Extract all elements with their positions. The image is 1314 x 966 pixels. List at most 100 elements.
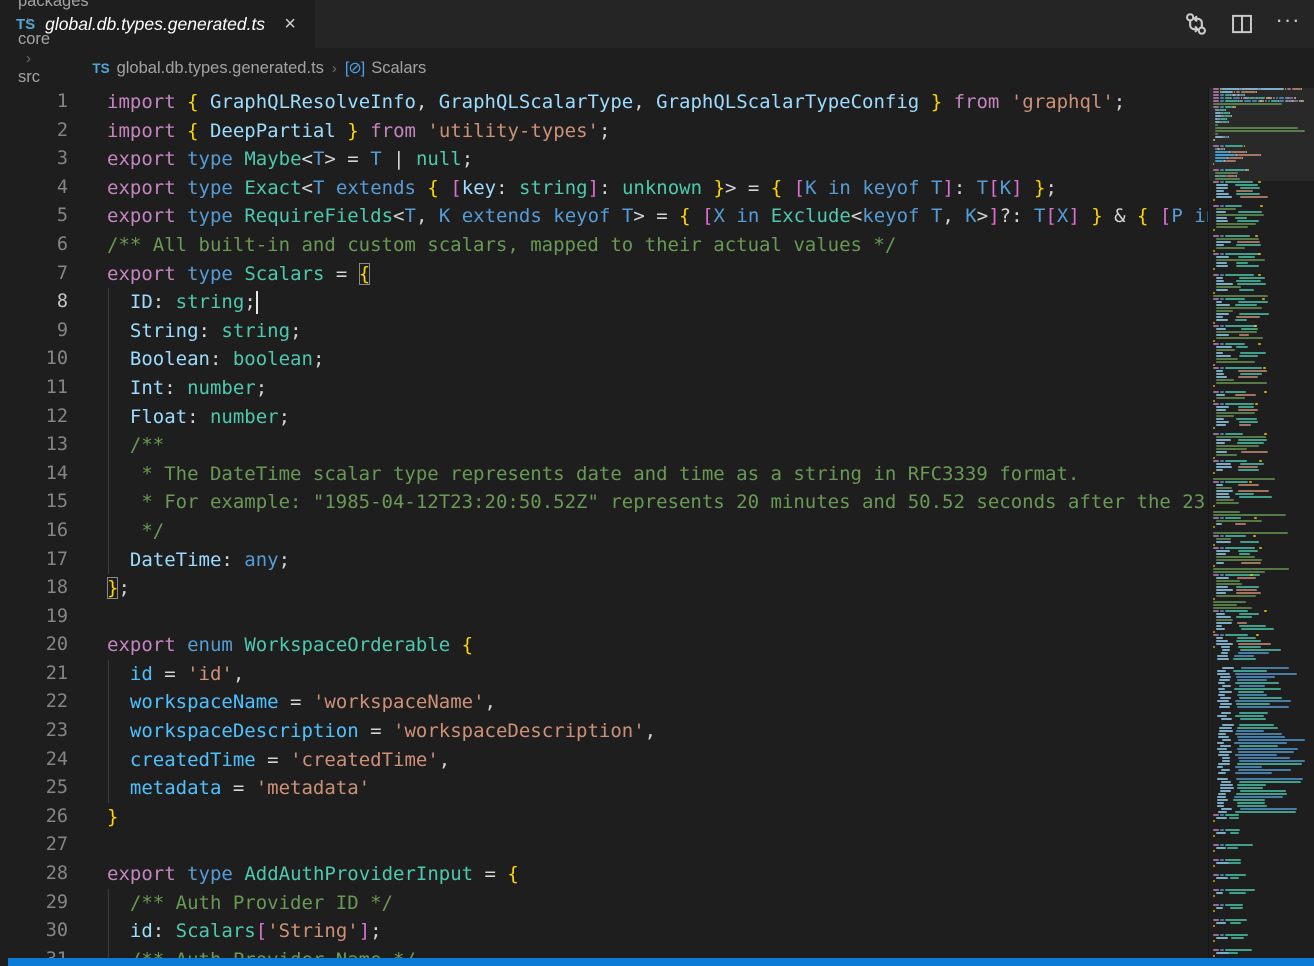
line-number[interactable]: 24: [0, 746, 68, 775]
line-number[interactable]: 11: [0, 374, 68, 403]
line-number[interactable]: 18: [0, 574, 68, 603]
breadcrumb-item-symbol[interactable]: [⊘] Scalars: [345, 58, 426, 78]
minimap-line: [1215, 178, 1240, 180]
code-text: [68, 831, 1208, 860]
line-number[interactable]: 19: [0, 603, 68, 632]
minimap-line: [1237, 748, 1298, 750]
line-number[interactable]: 23: [0, 717, 68, 746]
code-line-14[interactable]: 14 * The DateTime scalar type represents…: [0, 460, 1208, 489]
code-token: /** Auth Provider Name */: [130, 949, 416, 958]
code-line-8[interactable]: 8 ID: string;: [0, 288, 1208, 317]
open-changes-icon[interactable]: [1180, 8, 1212, 40]
code-line-10[interactable]: 10 Boolean: boolean;: [0, 345, 1208, 374]
code-line-29[interactable]: 29 /** Auth Provider ID */: [0, 889, 1208, 918]
line-number[interactable]: 9: [0, 317, 68, 346]
line-number[interactable]: 13: [0, 431, 68, 460]
line-number[interactable]: 3: [0, 145, 68, 174]
minimap-line: [1213, 565, 1215, 567]
line-number[interactable]: 2: [0, 117, 68, 146]
line-number[interactable]: 28: [0, 860, 68, 889]
breadcrumb-item-core[interactable]: core: [18, 30, 92, 49]
line-number[interactable]: 10: [0, 345, 68, 374]
code-line-16[interactable]: 16 */: [0, 517, 1208, 546]
line-number[interactable]: 17: [0, 546, 68, 575]
line-number[interactable]: 14: [0, 460, 68, 489]
code-line-7[interactable]: 7export type Scalars = {: [0, 260, 1208, 289]
breadcrumb-item-packages[interactable]: packages: [18, 0, 92, 11]
code-line-13[interactable]: 13 /**: [0, 431, 1208, 460]
code-token: <: [851, 205, 862, 227]
line-number[interactable]: 15: [0, 488, 68, 517]
code-line-23[interactable]: 23 workspaceDescription = 'workspaceDesc…: [0, 717, 1208, 746]
minimap-line: [1217, 700, 1229, 702]
split-editor-icon[interactable]: [1226, 8, 1258, 40]
line-number[interactable]: 27: [0, 831, 68, 860]
code-line-11[interactable]: 11 Int: number;: [0, 374, 1208, 403]
minimap-line: [1279, 100, 1284, 102]
code-line-12[interactable]: 12 Float: number;: [0, 403, 1208, 432]
code-line-15[interactable]: 15 * For example: "1985-04-12T23:20:50.5…: [0, 488, 1208, 517]
code-line-25[interactable]: 25 metadata = 'metadata': [0, 774, 1208, 803]
line-number[interactable]: 1: [0, 88, 68, 117]
minimap-line: [1238, 739, 1304, 741]
code-line-28[interactable]: 28export type AddAuthProviderInput = {: [0, 860, 1208, 889]
code-token: any: [244, 549, 278, 571]
code-line-1[interactable]: 1import { GraphQLResolveInfo, GraphQLSca…: [0, 88, 1208, 117]
line-number[interactable]: 5: [0, 202, 68, 231]
line-number[interactable]: 4: [0, 174, 68, 203]
line-number[interactable]: 21: [0, 660, 68, 689]
code-line-20[interactable]: 20export enum WorkspaceOrderable {: [0, 631, 1208, 660]
code-token: [233, 863, 244, 885]
code-line-21[interactable]: 21 id = 'id',: [0, 660, 1208, 689]
code-line-4[interactable]: 4export type Exact<T extends { [key: str…: [0, 174, 1208, 203]
minimap-line: [1216, 331, 1257, 333]
code-token: ,: [233, 663, 244, 685]
minimap-line: [1216, 286, 1241, 288]
more-actions-icon[interactable]: ···: [1272, 8, 1304, 40]
code-editor[interactable]: 1import { GraphQLResolveInfo, GraphQLSca…: [0, 88, 1208, 958]
breadcrumb-item-src[interactable]: src: [18, 68, 92, 87]
code-line-27[interactable]: 27: [0, 831, 1208, 860]
minimap-line: [1225, 634, 1248, 636]
code-line-18[interactable]: 18};: [0, 574, 1208, 603]
breadcrumb-item-file[interactable]: TS global.db.types.generated.ts: [92, 59, 324, 78]
code-line-5[interactable]: 5export type RequireFields<T, K extends …: [0, 202, 1208, 231]
minimap-line: [1239, 355, 1258, 357]
code-line-3[interactable]: 3export type Maybe<T> = T | null;: [0, 145, 1208, 174]
code-line-2[interactable]: 2import { DeepPartial } from 'utility-ty…: [0, 117, 1208, 146]
code-line-19[interactable]: 19: [0, 603, 1208, 632]
line-number[interactable]: 16: [0, 517, 68, 546]
minimap-line: [1238, 484, 1259, 486]
line-number[interactable]: 12: [0, 403, 68, 432]
minimap-line: [1216, 562, 1224, 564]
line-number[interactable]: 6: [0, 231, 68, 260]
code-line-30[interactable]: 30 id: Scalars['String'];: [0, 917, 1208, 946]
line-number[interactable]: 26: [0, 803, 68, 832]
code-line-17[interactable]: 17 DateTime: any;: [0, 546, 1208, 575]
code-line-22[interactable]: 22 workspaceName = 'workspaceName',: [0, 688, 1208, 717]
line-number[interactable]: 25: [0, 774, 68, 803]
minimap-line: [1213, 199, 1215, 201]
minimap-line: [1264, 610, 1267, 612]
minimap-line: [1220, 481, 1224, 483]
code-line-26[interactable]: 26}: [0, 803, 1208, 832]
code-line-31[interactable]: 31 /** Auth Provider Name */: [0, 946, 1208, 958]
minimap-line: [1213, 514, 1286, 516]
line-number[interactable]: 29: [0, 889, 68, 918]
code-line-9[interactable]: 9 String: string;: [0, 317, 1208, 346]
line-number[interactable]: 7: [0, 260, 68, 289]
line-number[interactable]: 8: [0, 288, 68, 317]
close-tab-icon[interactable]: ×: [279, 13, 301, 35]
line-number[interactable]: 22: [0, 688, 68, 717]
minimap[interactable]: [1208, 88, 1314, 958]
line-number[interactable]: 31: [0, 946, 68, 958]
line-number[interactable]: 20: [0, 631, 68, 660]
code-line-6[interactable]: 6/** All built-in and custom scalars, ma…: [0, 231, 1208, 260]
minimap-line: [1260, 154, 1261, 156]
minimap-line: [1244, 145, 1245, 147]
code-token: * The DateTime scalar type represents da…: [130, 463, 1079, 485]
code-line-24[interactable]: 24 createdTime = 'createdTime',: [0, 746, 1208, 775]
line-number[interactable]: 30: [0, 917, 68, 946]
indent-guide: [108, 717, 109, 746]
status-bar[interactable]: [0, 958, 1314, 966]
